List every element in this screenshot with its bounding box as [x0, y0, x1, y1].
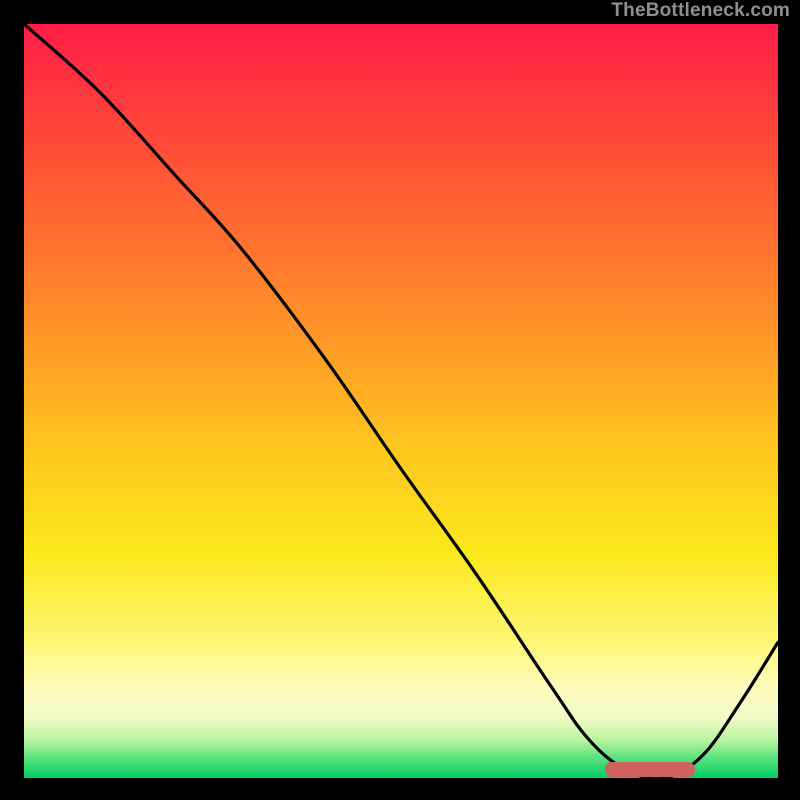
curve-layer	[24, 24, 778, 778]
optimal-range-marker	[605, 762, 695, 777]
bottleneck-curve-path	[24, 24, 778, 778]
bottleneck-chart	[24, 24, 778, 778]
watermark-text: TheBottleneck.com	[611, 0, 790, 22]
